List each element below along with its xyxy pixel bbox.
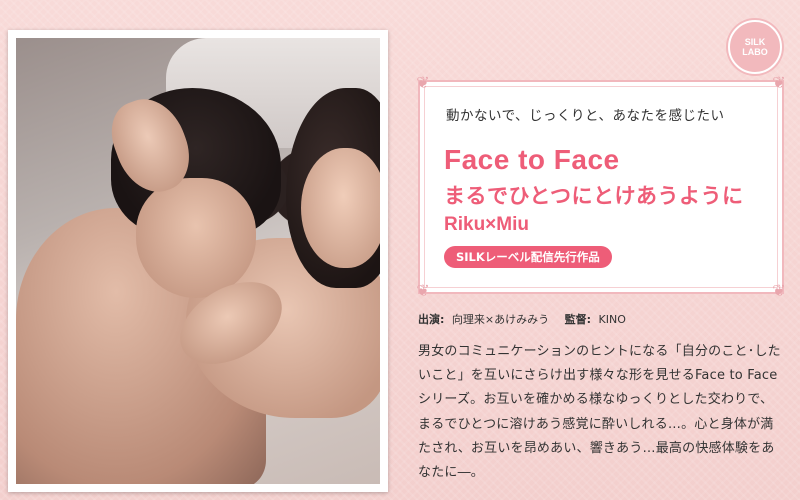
tagline: 動かないで、じっくりと、あなたを感じたい — [446, 108, 725, 124]
director-label: 監督: — [564, 313, 592, 326]
corner-ornament-icon: ❦ — [772, 281, 786, 300]
description-text: 男女のコミュニケーションのヒントになる「自分のこと･したいこと」を互いにさらけ出… — [418, 344, 781, 481]
cast-names: Riku×Miu — [444, 214, 529, 235]
credits-line: 出演: 向理来×あけみみう 監督: KINO — [418, 311, 788, 327]
cover-photo-frame — [8, 30, 388, 492]
director-value: KINO — [598, 313, 626, 326]
photo-face-shape-2 — [136, 178, 256, 298]
cast-label: 出演: — [418, 313, 445, 326]
photo-face-shape — [301, 148, 380, 268]
corner-ornament-icon: ❦ — [416, 73, 430, 92]
title-japanese: まるでひとつにとけあうように — [444, 184, 744, 208]
cover-photo — [16, 38, 380, 484]
silk-labo-logo: SILK LABO — [728, 20, 782, 74]
title-card: ❦ ❦ ❦ ❦ 動かないで、じっくりと、あなたを感じたい Face to Fac… — [416, 74, 785, 300]
logo-line-1: SILK — [744, 37, 766, 47]
cast-value: 向理来×あけみみう — [451, 313, 550, 326]
corner-ornament-icon: ❦ — [416, 281, 430, 300]
title-english: Face to Face — [444, 144, 620, 175]
label-badge: SILKレーベル配信先行作品 — [444, 246, 612, 268]
corner-ornament-icon: ❦ — [772, 73, 786, 92]
logo-line-2: LABO — [742, 47, 768, 57]
